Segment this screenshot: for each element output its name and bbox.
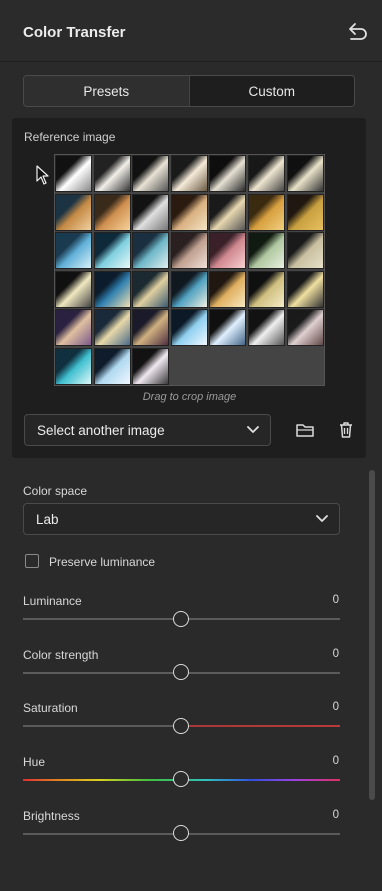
reference-image-tile [170, 270, 208, 308]
reference-image-tile [55, 270, 92, 308]
reference-image-tile [170, 193, 208, 231]
color-space-label: Color space [23, 484, 88, 498]
color-transfer-panel: Color Transfer Presets Custom Reference … [0, 0, 382, 891]
reference-image-tile [93, 232, 131, 270]
reference-image-tile [93, 348, 131, 385]
reference-image-tile [248, 232, 285, 270]
tab-presets[interactable]: Presets [24, 76, 190, 106]
reference-image-tile [286, 309, 324, 347]
saturation-value: 0 [332, 701, 339, 713]
brightness-label: Brightness [23, 809, 80, 823]
reference-image-crop-area[interactable] [54, 154, 325, 386]
reference-image-tile [55, 155, 92, 192]
reference-image-tile [209, 155, 247, 192]
saturation-slider-handle[interactable] [173, 718, 189, 734]
reference-image-tile [286, 232, 324, 270]
reference-image-tile [209, 232, 247, 270]
color-strength-value: 0 [332, 648, 339, 660]
undo-arrow-icon[interactable] [347, 22, 369, 40]
crop-hint: Drag to crop image [142, 391, 237, 403]
reference-image-tile [209, 193, 247, 231]
select-image-label: Select another image [37, 423, 165, 438]
select-another-image-dropdown[interactable]: Select another image [24, 414, 271, 446]
brightness-slider-handle[interactable] [173, 825, 189, 841]
scrollbar-thumb[interactable] [369, 470, 375, 800]
reference-image-tile [93, 270, 131, 308]
reference-image-tile [55, 232, 92, 270]
tab-custom[interactable]: Custom [189, 76, 354, 106]
reference-image-tile [93, 193, 131, 231]
reference-image-tile [132, 348, 170, 385]
luminance-slider-handle[interactable] [173, 611, 189, 627]
reference-image-tile [209, 309, 247, 347]
reference-image-tile [132, 155, 170, 192]
reference-image-tile [170, 155, 208, 192]
reference-image-tile [286, 270, 324, 308]
chevron-down-icon [316, 515, 328, 522]
reference-image-tile [55, 309, 92, 347]
color-space-value: Lab [36, 512, 59, 527]
hue-label: Hue [23, 755, 46, 769]
reference-image-tile [286, 155, 324, 192]
luminance-value: 0 [332, 594, 339, 606]
reference-image-tile [248, 309, 285, 347]
reference-image-tile [132, 309, 170, 347]
reference-image-tile [248, 270, 285, 308]
hue-value: 0 [332, 755, 339, 767]
reference-image-tile [286, 193, 324, 231]
reference-image-tile [248, 155, 285, 192]
color-space-dropdown[interactable]: Lab [23, 503, 340, 535]
reference-image-tile [55, 193, 92, 231]
reference-image-tile [132, 270, 170, 308]
reference-image-tile [132, 232, 170, 270]
preserve-luminance-checkbox[interactable] [25, 554, 39, 568]
color-strength-label: Color strength [23, 648, 99, 662]
color-strength-slider-handle[interactable] [173, 664, 189, 680]
reference-image-tile [248, 193, 285, 231]
hue-slider-handle[interactable] [173, 771, 189, 787]
panel-title: Color Transfer [23, 24, 126, 41]
chevron-down-icon [247, 426, 259, 433]
reference-image-tile [93, 309, 131, 347]
reference-image-tile [55, 348, 92, 385]
reference-image-tile [170, 232, 208, 270]
mode-tabs: Presets Custom [23, 75, 355, 107]
panel-header: Color Transfer [0, 0, 382, 62]
mouse-pointer-icon [36, 165, 49, 185]
reference-image-tile [209, 270, 247, 308]
luminance-label: Luminance [23, 594, 82, 608]
preserve-luminance-label: Preserve luminance [49, 555, 156, 569]
trash-icon[interactable] [337, 421, 355, 439]
reference-image-tile [132, 193, 170, 231]
saturation-label: Saturation [23, 701, 78, 715]
reference-image-label: Reference image [24, 130, 116, 144]
reference-image-tile [93, 155, 131, 192]
folder-icon[interactable] [296, 421, 314, 439]
brightness-value: 0 [332, 809, 339, 821]
reference-image-tile [170, 309, 208, 347]
